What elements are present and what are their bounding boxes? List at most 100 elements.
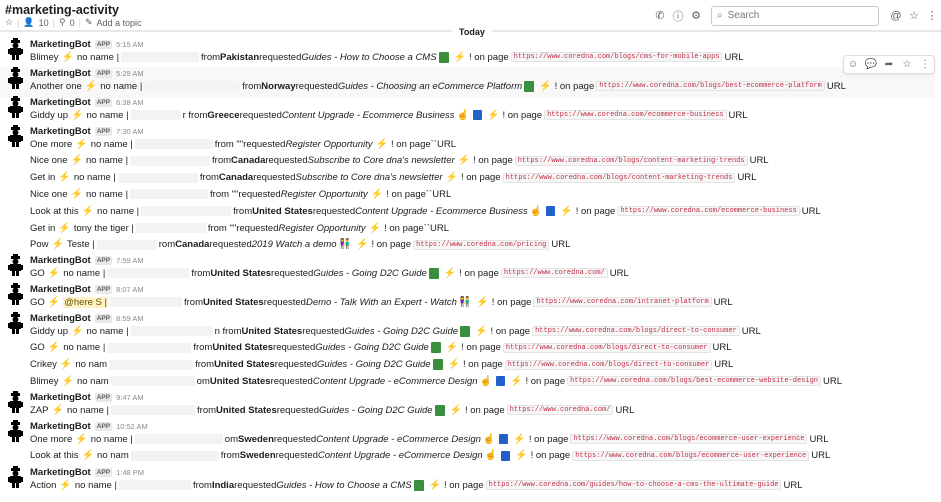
timestamp[interactable]: 6:38 AM <box>116 98 144 107</box>
redacted-email <box>130 326 213 336</box>
lightning-icon: ⚡ <box>475 325 488 337</box>
lead-name: no name | <box>66 404 110 416</box>
requested-text: requested <box>238 188 281 200</box>
page-url[interactable]: https://www.coredna.com/blogs/ecommerce-… <box>570 434 808 444</box>
page-url[interactable]: https://www.coredna.com/ <box>500 268 608 278</box>
save-icon[interactable]: ☆ <box>898 56 916 73</box>
bot-avatar[interactable] <box>7 312 24 334</box>
page-url[interactable]: https://www.coredna.com/ecommerce-busine… <box>544 110 727 120</box>
resource-name: Content Upgrade - Ecommerce Business <box>355 205 528 217</box>
search-input[interactable] <box>727 10 858 21</box>
page-url[interactable]: https://www.coredna.com/guides/how-to-ch… <box>485 480 782 490</box>
channel-name[interactable]: #marketing-activity <box>5 3 119 17</box>
bot-avatar[interactable] <box>7 125 24 147</box>
page-url[interactable]: https://www.coredna.com/blogs/best-ecomm… <box>567 376 821 387</box>
message-actions: ☺ 💬 ➦ ☆ ⋮ <box>843 55 935 74</box>
star-icon[interactable]: ☆ <box>5 17 13 28</box>
resource-name: Register Opportunity <box>280 188 368 200</box>
resource-name: Guides - Going D2C Guide <box>313 267 427 279</box>
pin-icon[interactable]: ⚲ <box>59 17 66 28</box>
timestamp[interactable]: 5:15 AM <box>116 40 144 49</box>
bot-name[interactable]: MarketingBot <box>30 126 91 137</box>
resource-name: Register Opportunity <box>285 138 373 150</box>
pencil-icon[interactable]: ✎ <box>85 17 93 28</box>
phone-icon[interactable]: ✆ <box>651 7 669 25</box>
emoji-reaction-icon[interactable]: ☺ <box>844 56 862 73</box>
info-icon[interactable]: ⓘ <box>669 7 687 25</box>
app-badge: APP <box>94 255 113 265</box>
page-url[interactable]: https://www.coredna.com/blogs/content-ma… <box>514 155 748 166</box>
timestamp[interactable]: 5:29 AM <box>116 69 144 78</box>
greeting: ZAP <box>30 404 49 416</box>
bot-avatar[interactable] <box>7 254 24 276</box>
pins-count[interactable]: 0 <box>70 18 75 28</box>
bot-name[interactable]: MarketingBot <box>30 97 91 108</box>
timestamp[interactable]: 7:30 AM <box>116 127 144 136</box>
message-meta: MarketingBot APP 8:07 AM <box>30 283 144 295</box>
greeting: Giddy up <box>30 109 69 121</box>
bot-avatar[interactable] <box>7 466 24 488</box>
search-box[interactable]: ⌕ <box>711 5 879 26</box>
members-count[interactable]: 10 <box>39 18 49 28</box>
timestamp[interactable]: 10:52 AM <box>116 422 148 431</box>
bot-avatar[interactable] <box>7 283 24 305</box>
page-url[interactable]: https://www.coredna.com/blogs/direct-to-… <box>504 359 713 370</box>
page-url[interactable]: https://www.coredna.com/pricing <box>413 239 550 250</box>
bot-name[interactable]: MarketingBot <box>30 421 91 432</box>
bot-name[interactable]: MarketingBot <box>30 284 91 295</box>
timestamp[interactable]: 8:07 AM <box>116 285 144 294</box>
members-icon[interactable]: 👤 <box>23 17 34 28</box>
resource-name: Guides - Going D2C Guide <box>344 325 459 337</box>
message-line: Crikey ⚡ no nam from United States requeste… <box>30 358 733 372</box>
more-icon[interactable]: ⋮ <box>923 7 941 25</box>
bot-avatar[interactable] <box>7 96 24 118</box>
thread-reply-icon[interactable]: 💬 <box>862 56 880 73</box>
timestamp[interactable]: 8:59 AM <box>116 314 144 323</box>
lead-name: no name | <box>74 479 117 491</box>
more-actions-icon[interactable]: ⋮ <box>916 56 934 73</box>
page-url[interactable]: https://www.coredna.com/blogs/ecommerce-… <box>572 450 810 461</box>
bot-avatar[interactable] <box>7 420 24 442</box>
page-url[interactable]: https://www.coredna.com/blogs/best-ecomm… <box>596 81 825 91</box>
bot-avatar[interactable] <box>7 67 24 89</box>
page-url[interactable]: https://www.coredna.com/blogs/cms-for-mo… <box>510 52 723 62</box>
lightning-icon: ⚡ <box>58 172 71 184</box>
bot-avatar[interactable] <box>7 38 24 60</box>
date-divider[interactable]: Today <box>452 26 492 38</box>
page-url[interactable]: https://www.coredna.com/ecommerce-busine… <box>617 206 800 217</box>
page-url[interactable]: https://www.coredna.com/blogs/direct-to-… <box>502 342 711 353</box>
page-url[interactable]: https://www.coredna.com/intranet-platfor… <box>533 297 712 307</box>
resource-name: Content Upgrade - eCommerce Design <box>316 433 481 445</box>
bot-avatar[interactable] <box>7 391 24 413</box>
page-url[interactable]: https://www.coredna.com/blogs/direct-to-… <box>532 326 740 336</box>
bot-name[interactable]: MarketingBot <box>30 392 91 403</box>
timestamp[interactable]: 9:47 AM <box>116 393 144 402</box>
timestamp[interactable]: 1:48 PM <box>116 468 144 477</box>
bot-name[interactable]: MarketingBot <box>30 68 91 79</box>
starred-icon[interactable]: ☆ <box>905 7 923 25</box>
greeting: Look at this <box>30 205 79 217</box>
lightning-icon: ⚡ <box>476 296 489 308</box>
country: Pakistan <box>220 51 260 63</box>
bot-name[interactable]: MarketingBot <box>30 255 91 266</box>
lightning-icon: ⚡ <box>47 342 61 354</box>
bot-name[interactable]: MarketingBot <box>30 39 91 50</box>
redacted-email <box>130 110 181 120</box>
on-page-text: ! on page <box>490 325 531 337</box>
country: Norway <box>261 80 296 92</box>
add-topic-link[interactable]: Add a topic <box>97 18 142 28</box>
timestamp[interactable]: 7:59 AM <box>116 256 144 265</box>
green-book-icon <box>428 267 439 279</box>
page-url[interactable]: https://www.coredna.com/blogs/content-ma… <box>502 172 736 183</box>
country: Sweden <box>239 450 276 462</box>
gear-icon[interactable]: ⚙ <box>687 7 705 25</box>
channel-meta: ☆ | 👤 10 | ⚲ 0 | ✎ Add a topic <box>5 17 142 28</box>
bot-name[interactable]: MarketingBot <box>30 467 91 478</box>
share-icon[interactable]: ➦ <box>880 56 898 73</box>
message-line: Action ⚡ no name | from India requested Gui… <box>30 478 803 492</box>
page-url[interactable]: https://www.coredna.com/ <box>506 405 614 415</box>
lightning-icon: ⚡ <box>81 450 95 462</box>
mentions-icon[interactable]: @ <box>887 7 905 25</box>
message-line: Nice one ⚡ no name | from Canada requested … <box>30 154 769 168</box>
bot-name[interactable]: MarketingBot <box>30 313 91 324</box>
